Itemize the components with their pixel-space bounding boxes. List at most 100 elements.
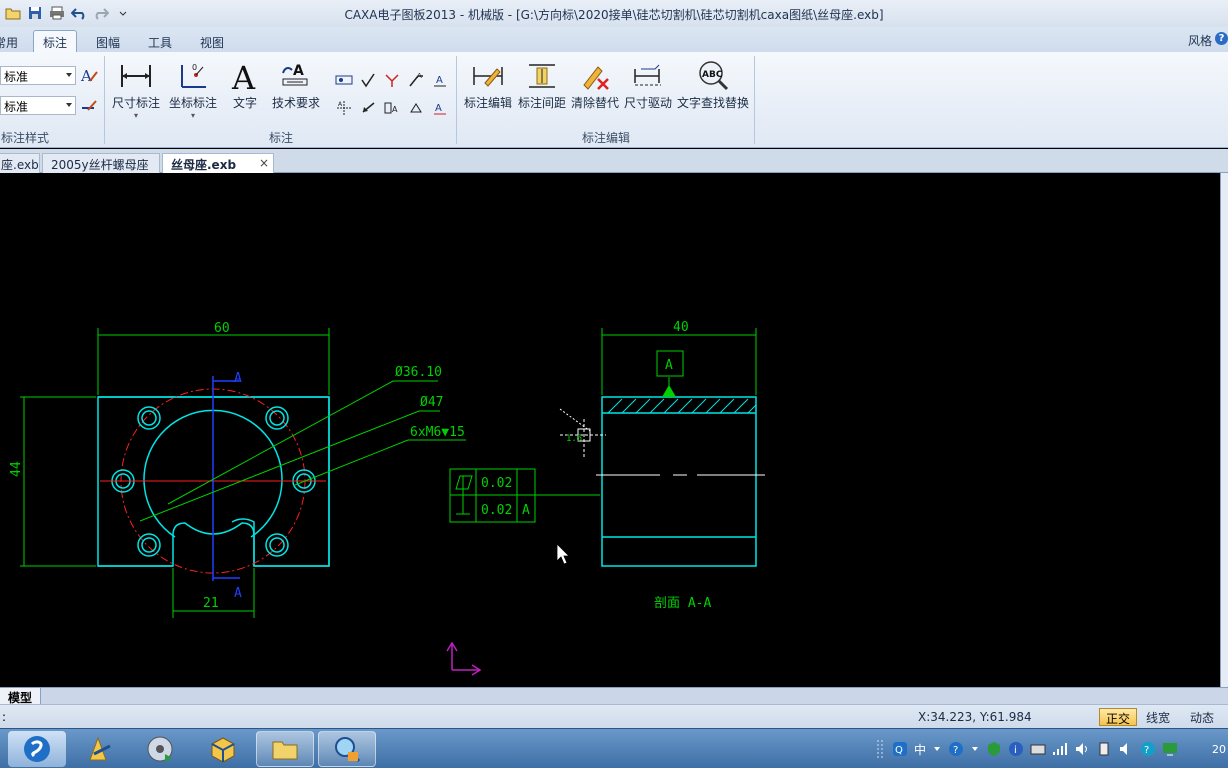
- dimension-label: 尺寸标注: [111, 96, 160, 110]
- mouse-cursor-icon: [556, 543, 570, 565]
- dim-width-text: 60: [214, 321, 230, 336]
- tab-frame[interactable]: 图幅: [96, 30, 120, 52]
- text-style-combo[interactable]: 标准: [0, 66, 76, 85]
- security-icon: [988, 742, 1001, 756]
- clear-override-button[interactable]: 清除替代: [569, 58, 621, 111]
- dimension-icon: [110, 58, 162, 94]
- svg-text:i: i: [1014, 745, 1017, 756]
- taskbar-app-package[interactable]: [194, 731, 252, 767]
- text-underline-icon[interactable]: A: [428, 94, 452, 122]
- annotation-edit-button[interactable]: 标注编辑: [462, 58, 514, 111]
- leader-icon[interactable]: A: [404, 66, 428, 94]
- svg-text:A: A: [80, 67, 92, 84]
- style-menu[interactable]: 风格: [1188, 32, 1212, 49]
- dim-drive-label: 尺寸驱动: [623, 96, 672, 110]
- dim-style-edit-icon[interactable]: [80, 96, 98, 117]
- coordinate-dim-button[interactable]: 0 坐标标注 ▾: [166, 58, 220, 120]
- close-icon[interactable]: ×: [259, 156, 269, 170]
- dim-style-combo[interactable]: 标准: [0, 96, 76, 115]
- caxa-icon: [335, 737, 361, 763]
- dim-side-width-text: 40: [673, 320, 689, 335]
- dim-bore2-text: Ø47: [420, 395, 443, 410]
- ime-icon: Q: [893, 742, 907, 756]
- svg-text:A: A: [231, 59, 256, 93]
- dim-spacing-button[interactable]: 标注间距: [516, 58, 568, 111]
- signal-icon: [1053, 743, 1068, 755]
- taskbar-app-media[interactable]: [131, 731, 189, 767]
- chevron-down-icon: [972, 747, 979, 751]
- start-button[interactable]: [8, 731, 66, 767]
- svg-text:A: A: [435, 103, 442, 114]
- layout-tab-bar: 模型: [0, 687, 1228, 705]
- dim-drive-button[interactable]: 尺寸驱动: [622, 58, 674, 111]
- text-button[interactable]: A 文字: [226, 58, 264, 111]
- tol-flat-value: 0.02: [481, 476, 512, 491]
- svg-text:0: 0: [192, 63, 197, 72]
- datum-frame-icon[interactable]: [332, 66, 356, 94]
- tab-common[interactable]: 常用: [0, 30, 18, 52]
- monitor-icon: [1163, 743, 1178, 756]
- weld-symbol-icon[interactable]: [380, 66, 404, 94]
- ortho-toggle[interactable]: 正交: [1099, 708, 1138, 726]
- height-mark-icon[interactable]: [404, 94, 428, 122]
- dim-height-text: 44: [9, 461, 24, 477]
- taskbar-app-explorer[interactable]: [256, 731, 314, 767]
- doc-tab-3[interactable]: 丝母座.exb ×: [162, 153, 274, 173]
- ucs-icon: [446, 641, 482, 676]
- text-style-edit-icon[interactable]: A: [80, 66, 98, 87]
- ribbon-tab-row: 常用 标注 图幅 工具 视图: [0, 27, 1228, 52]
- text-frame-icon[interactable]: A: [428, 66, 452, 94]
- arrow-leader-icon[interactable]: [356, 94, 380, 122]
- section-label: 剖面 A-A: [654, 596, 711, 611]
- model-tab[interactable]: 模型: [0, 688, 42, 705]
- dim-style-value: 标准: [4, 100, 29, 114]
- annotation-edit-icon: [462, 58, 514, 94]
- text-icon: A: [226, 58, 264, 94]
- doc-tab-label: 丝母座.exb: [171, 158, 237, 172]
- taskbar-app-draw[interactable]: [70, 731, 128, 767]
- tol-perp-value: 0.02: [481, 503, 512, 518]
- status-bar: : X:34.223, Y:61.984 正交 线宽 动态输入: [0, 704, 1228, 742]
- chevron-down-icon: ▾: [190, 111, 195, 120]
- doc-tab-1[interactable]: 座.exb: [0, 153, 40, 173]
- center-hole-icon[interactable]: A: [332, 94, 356, 122]
- group-separator: [456, 56, 457, 144]
- text-style-value: 标准: [4, 70, 29, 84]
- linewidth-toggle[interactable]: 线宽: [1142, 708, 1174, 726]
- ime-mode[interactable]: 中: [914, 741, 926, 758]
- find-replace-text-button[interactable]: ABC 文字查找替换: [675, 58, 751, 111]
- tab-annotate[interactable]: 标注: [33, 30, 78, 52]
- dynamic-input-toggle[interactable]: 动态输入: [1186, 708, 1228, 742]
- title-bar: CAXA电子图板2013 - 机械版 - [G:\方向标\2020接单\硅芯切割…: [0, 0, 1228, 27]
- svg-text:A: A: [293, 63, 304, 79]
- volume-icon: [1076, 743, 1088, 755]
- folder-icon: [272, 741, 298, 760]
- datum-letter: A: [665, 358, 673, 373]
- clear-override-label: 清除替代: [570, 96, 619, 110]
- section-symbol-icon[interactable]: A: [380, 94, 404, 122]
- tech-requirement-icon: A: [268, 58, 324, 94]
- roughness-icon[interactable]: [356, 66, 380, 94]
- dimension-button[interactable]: 尺寸标注 ▾: [110, 58, 162, 120]
- help-icon[interactable]: ?: [1215, 32, 1228, 45]
- hatch-lines: [607, 398, 757, 414]
- group-label-style: 标注样式: [0, 131, 49, 145]
- vertical-scrollbar[interactable]: [1220, 173, 1228, 687]
- hole-detail: [559, 408, 606, 457]
- svg-text:A: A: [392, 105, 398, 114]
- clear-override-icon: [569, 58, 621, 94]
- start-logo-icon: [24, 736, 50, 762]
- tech-requirement-button[interactable]: A 技术要求: [268, 58, 324, 111]
- dim-drive-icon: [622, 58, 674, 94]
- doc-tab-2[interactable]: 2005y丝杆螺母座: [42, 153, 160, 173]
- small-dim-text: 1.5: [566, 434, 582, 444]
- svg-text:?: ?: [953, 745, 958, 756]
- section-mark-bottom: A: [234, 586, 242, 601]
- drawing-canvas[interactable]: A A 60 44 21 Ø36.10 Ø47 6xM6▼15 40 A 1.5…: [0, 173, 1228, 687]
- group-separator: [104, 56, 105, 144]
- tab-view[interactable]: 视图: [200, 30, 224, 52]
- text-label: 文字: [232, 96, 257, 110]
- tab-tools[interactable]: 工具: [148, 30, 172, 52]
- taskbar-app-caxa[interactable]: [318, 731, 376, 767]
- group-separator: [754, 56, 755, 144]
